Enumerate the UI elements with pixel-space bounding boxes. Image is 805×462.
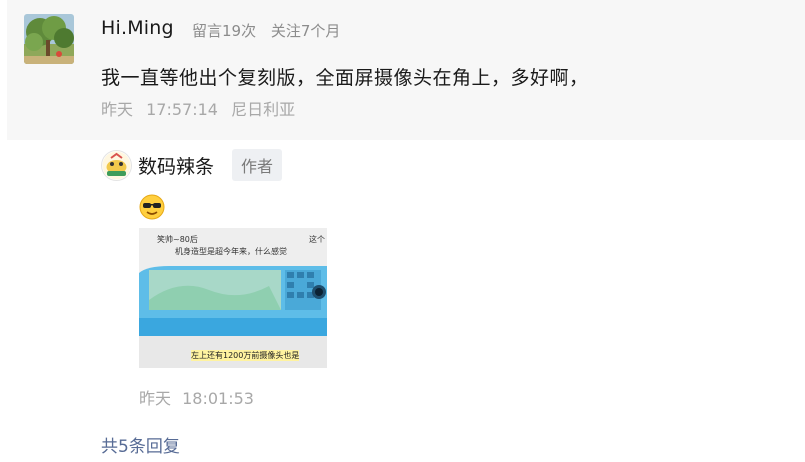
comment-meta: 留言19次 关注7个月	[192, 20, 350, 41]
reply-author-avatar[interactable]	[101, 150, 132, 181]
avatar-tree-image	[24, 14, 74, 64]
comment-location: 尼日利亚	[231, 100, 296, 119]
author-reply: 数码辣条 作者 笑帅~80后 这个 机身造型是超今年来，什么感觉 左上还有120…	[0, 140, 805, 462]
comment-username[interactable]: Hi.Ming	[101, 17, 174, 39]
user-avatar[interactable]	[24, 14, 74, 64]
reply-timestamp: 昨天 18:01:53	[139, 385, 260, 409]
video-caption-bottom: 左上还有1200万前摄像头也是	[191, 350, 300, 361]
video-caption-top-right: 这个	[309, 235, 325, 244]
reply-time-clock: 18:01:53	[182, 389, 254, 408]
author-badge: 作者	[232, 149, 283, 181]
reply-time-day: 昨天	[139, 389, 172, 408]
sunglasses-emoji-icon	[139, 194, 165, 220]
comment-time-day: 昨天	[101, 100, 134, 119]
follow-duration-label: 关注7个月	[270, 22, 341, 40]
video-thumbnail[interactable]: 笑帅~80后 这个 机身造型是超今年来，什么感觉 左上还有1200万前摄像头也是	[139, 228, 327, 368]
view-all-replies-link[interactable]: 共5条回复	[101, 432, 180, 457]
author-logo-icon	[102, 151, 131, 180]
comment-count-label: 留言19次	[192, 22, 257, 40]
comment-time-clock: 17:57:14	[146, 100, 218, 119]
reply-author-name[interactable]: 数码辣条	[138, 152, 214, 179]
comment-text: 我一直等他出个复刻版，全面屏摄像头在角上，多好啊，	[101, 67, 589, 89]
video-caption-top-left: 笑帅~80后	[157, 235, 198, 244]
comment-timestamp: 昨天 17:57:14 尼日利亚	[101, 96, 303, 120]
video-caption-mid: 机身造型是超今年来，什么感觉	[175, 247, 287, 256]
